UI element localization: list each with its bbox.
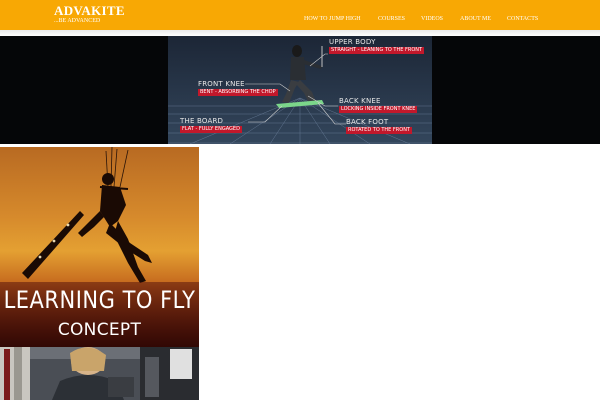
banner-graphic	[168, 36, 432, 144]
nav-contacts[interactable]: CONTACTS	[507, 16, 538, 22]
label-the-board: THE BOARD	[180, 117, 224, 125]
label-upper-body-desc: STRAIGHT - LEANING TO THE FRONT	[329, 47, 425, 54]
nav-how-to-jump-high[interactable]: HOW TO JUMP HIGH	[304, 16, 361, 22]
learning-to-fly-title: LEARNING TO FLY	[3, 286, 196, 314]
label-back-foot: BACK FOOT	[346, 118, 389, 126]
label-front-knee: FRONT KNEE	[198, 80, 245, 88]
hero-banner: UPPER BODY STRAIGHT - LEANING TO THE FRO…	[0, 36, 600, 144]
nav-courses[interactable]: COURSES	[378, 16, 405, 22]
concept-subtitle: CONCEPT	[57, 320, 142, 340]
main-nav: HOW TO JUMP HIGH COURSES VIDEOS ABOUT ME…	[0, 16, 600, 26]
nav-about-me[interactable]: ABOUT ME	[460, 16, 491, 22]
learning-to-fly-card[interactable]	[0, 147, 199, 347]
label-front-knee-desc: BENT - ABSORBING THE CHOP	[198, 89, 278, 96]
label-upper-body: UPPER BODY	[329, 38, 376, 46]
label-back-knee-desc: LOCKING INSIDE FRONT KNEE	[339, 106, 418, 113]
instructor-photo[interactable]	[0, 347, 199, 400]
kiteboard	[22, 211, 84, 279]
label-back-knee: BACK KNEE	[339, 97, 381, 105]
label-the-board-desc: FLAT - FULLY ENGAGED	[180, 126, 242, 133]
kiter-body	[78, 173, 152, 283]
instructor-photo-image	[0, 347, 199, 400]
label-back-foot-desc: ROTATED TO THE FRONT	[346, 127, 412, 134]
site-header: ADVAKITE ...BE ADVANCED HOW TO JUMP HIGH…	[0, 0, 600, 30]
nav-videos[interactable]: VIDEOS	[421, 16, 443, 22]
